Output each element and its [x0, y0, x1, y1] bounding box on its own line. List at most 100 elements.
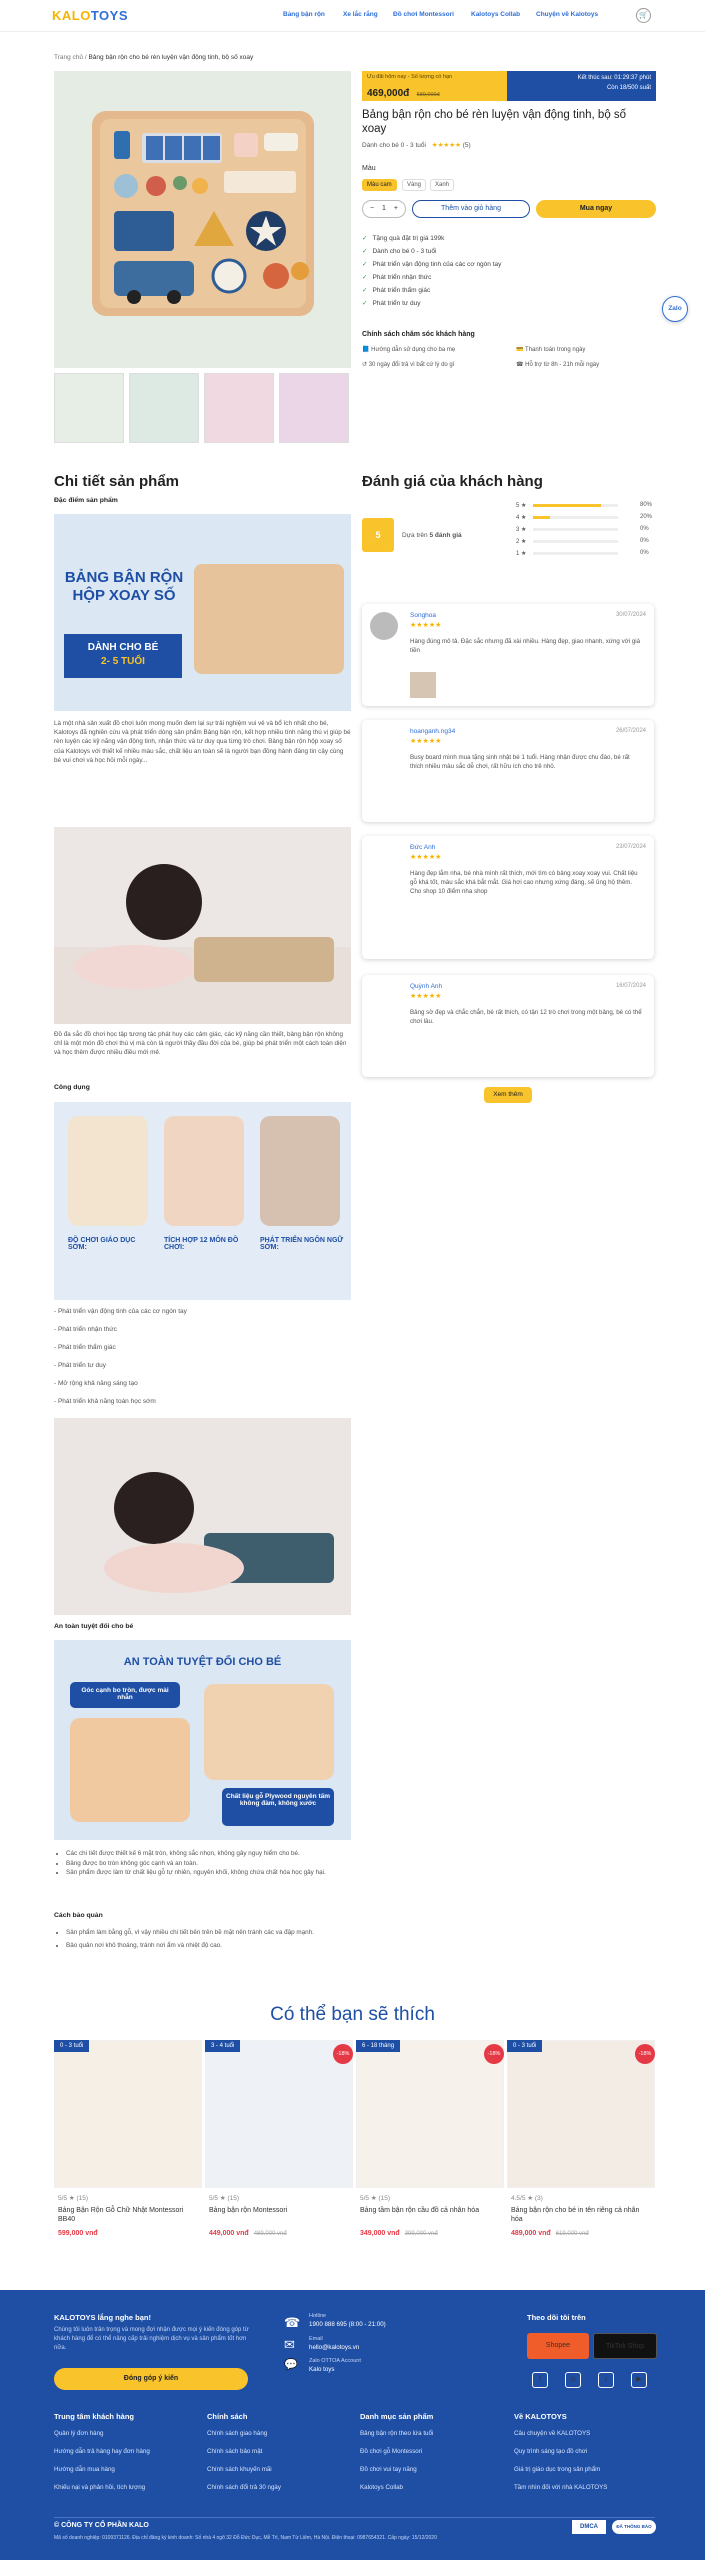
product-card-name[interactable]: Bảng bận rộn cho bé in tên riêng cá nhân… [511, 2206, 651, 2224]
registered-badge[interactable]: ĐÃ THÔNG BÁO [612, 2520, 656, 2534]
rating-row-percent: 0% [640, 526, 649, 532]
mail-icon: ✉ [284, 2337, 295, 2352]
email-link[interactable]: hello@kalotoys.vn [309, 2344, 359, 2351]
nav-collab[interactable]: Kalotoys Collab [471, 11, 520, 18]
product-card-name[interactable]: Bảng tầm bận rộn cầu đồ cả nhân hóa [360, 2206, 500, 2215]
see-more-reviews-button[interactable]: Xem thêm [484, 1087, 532, 1103]
feature-item: ✓ Tặng quà đặt trị giá 199k [362, 235, 445, 242]
product-card-name[interactable]: Bảng Bận Rộn Gỗ Chữ Nhật Montessori BB40 [58, 2206, 198, 2224]
zalo-chat-button[interactable]: Zalo [662, 296, 688, 322]
product-card[interactable]: 3 - 4 tuổi -18% 5/5 ★ (15) Bảng bận rộn Mon… [205, 2040, 353, 2250]
product-card-price: 349,000 vnđ 399,000 vnđ [360, 2230, 438, 2237]
hotline[interactable]: 1900 888 695 (8:00 - 21:00) [309, 2321, 386, 2328]
product-main-image[interactable] [54, 71, 351, 368]
reviewer-name: Đức Anh [410, 844, 436, 851]
footer-link[interactable]: Khiếu nại và phản hồi, tích lượng [54, 2484, 145, 2491]
gallery-thumb-3[interactable] [204, 373, 274, 443]
product-card-price: 449,000 vnđ 489,000 vnđ [209, 2230, 287, 2237]
breadcrumb-home[interactable]: Trang chủ [54, 54, 83, 61]
care-item: Bảo quản nơi khô thoáng, tránh nơi ẩm và… [66, 1941, 351, 1951]
color-label: Màu [362, 165, 376, 172]
rating-bar [533, 516, 618, 519]
rating-count[interactable]: (5) [463, 142, 471, 149]
tiktok-shop-button[interactable]: TikTok Shop [593, 2333, 657, 2359]
rating-bar [533, 504, 618, 507]
qty-value[interactable]: 1 [382, 205, 386, 212]
product-card[interactable]: 0 - 3 tuổi -18% 4.5/5 ★ (3) Bảng bận rộn ch… [507, 2040, 655, 2250]
feature-item: ✓ Phát triển vận động tinh của các cơ ngó… [362, 261, 502, 268]
age-badge: 0 - 3 tuổi [54, 2040, 90, 2052]
discount-badge: -18% [333, 2044, 353, 2064]
review-photo[interactable] [410, 672, 436, 698]
nav-montessori[interactable]: Đồ chơi Montessori [393, 11, 454, 18]
review-text: Hàng đẹp lắm nha, bé nhà mình rất thích,… [410, 870, 638, 895]
footer-column-title: Chính sách [207, 2412, 248, 2421]
nav-about[interactable]: Chuyện về Kalotoys [536, 11, 598, 18]
product-card-image[interactable] [507, 2040, 655, 2188]
footer-link[interactable]: Hướng dẫn mua hàng [54, 2466, 115, 2473]
product-card-price: 489,000 vnđ 619,000 vnđ [511, 2230, 589, 2237]
qty-plus-button[interactable]: + [394, 205, 398, 212]
headset-icon: ☎ [516, 362, 526, 368]
discount-badge: -18% [484, 2044, 504, 2064]
tiktok-icon[interactable]: ♪ [598, 2372, 614, 2388]
footer-link[interactable]: Câu chuyện về KALOTOYS [514, 2430, 590, 2437]
instagram-icon[interactable]: ◎ [565, 2372, 581, 2388]
product-card-old-price: 619,000 vnđ [555, 2231, 589, 2237]
dmca-badge[interactable]: DMCA [572, 2520, 606, 2534]
quantity-stepper[interactable]: − 1 + [362, 200, 406, 218]
color-option-blue[interactable]: Xanh [430, 179, 455, 191]
footer-link[interactable]: Hướng dẫn trả hàng hay đơn hàng [54, 2448, 150, 2455]
add-to-cart-button[interactable]: Thêm vào giỏ hàng [412, 200, 530, 218]
product-card[interactable]: 0 - 3 tuổi 5/5 ★ (15) Bảng Bận Rộn Gỗ Chữ … [54, 2040, 202, 2250]
check-icon: ✓ [362, 261, 368, 268]
footer-link[interactable]: Kalotoys Collab [360, 2484, 403, 2491]
care-item: Sản phẩm làm bằng gỗ, vì vậy nhiều chi t… [66, 1928, 351, 1938]
footer-link[interactable]: Quy trình sáng tạo đồ chơi [514, 2448, 587, 2455]
gallery-thumb-1[interactable] [54, 373, 124, 443]
shopee-button[interactable]: Shopee [527, 2333, 589, 2359]
qty-minus-button[interactable]: − [370, 205, 374, 212]
gallery-thumb-2[interactable] [129, 373, 199, 443]
buy-now-button[interactable]: Mua ngay [536, 200, 656, 218]
uses-heading: Công dụng [54, 1084, 90, 1091]
cart-icon[interactable]: 🛒 [636, 8, 651, 23]
product-card-image[interactable] [356, 2040, 504, 2188]
use-item: - Mở rộng khả năng sáng tạo [54, 1380, 138, 1387]
phone-icon: ☎ [284, 2315, 301, 2330]
footer-link[interactable]: Chính sách đổi trả 30 ngày [207, 2484, 281, 2491]
youtube-icon[interactable]: ▶ [631, 2372, 647, 2388]
footer-link[interactable]: Chính sách khuyến mãi [207, 2466, 272, 2473]
check-icon: ✓ [362, 248, 368, 255]
footer-link[interactable]: Đồ chơi vui tay năng [360, 2466, 417, 2473]
color-option-yellow[interactable]: Vàng [402, 179, 427, 191]
feedback-button[interactable]: Đóng góp ý kiến [54, 2368, 248, 2390]
nav-busy-board[interactable]: Bảng bận rộn [283, 11, 325, 18]
review-card: hoanganh.ng34 26/07/2024 ★★★★★ Busy boar… [362, 720, 654, 822]
gallery-thumb-4[interactable] [279, 373, 349, 443]
footer-link[interactable]: Giá trị giáo dục trong sản phẩm [514, 2466, 600, 2473]
company-name: © CÔNG TY CỔ PHẦN KALO [54, 2522, 149, 2529]
zalo-link[interactable]: Kalo toys [309, 2366, 334, 2373]
safety-list: Các chi tiết được thiết kế 6 mặt tròn, k… [54, 1849, 351, 1878]
product-banner-2: ĐỒ CHƠI GIÁO DỤC SỚM: TÍCH HỢP 12 MÔN ĐỒ… [54, 1102, 351, 1300]
use-item: - Phát triển tư duy [54, 1362, 107, 1369]
check-icon: ✓ [362, 287, 368, 294]
site-logo[interactable]: KALOTOYS [52, 8, 128, 23]
footer-link[interactable]: Chính sách giao hàng [207, 2430, 267, 2437]
product-card-name[interactable]: Bảng bận rộn Montessori [209, 2206, 349, 2215]
policy-title: Chính sách chăm sóc khách hàng [362, 331, 475, 338]
footer-link[interactable]: Quản lý đơn hàng [54, 2430, 103, 2437]
footer-link[interactable]: Tầm nhìn đối với nhà KALOTOYS [514, 2484, 607, 2491]
facebook-icon[interactable]: f [532, 2372, 548, 2388]
product-card-image[interactable] [54, 2040, 202, 2188]
nav-rattle[interactable]: Xe lắc rắng [343, 11, 378, 18]
avatar [370, 844, 398, 872]
color-option-orange[interactable]: Màu cam [362, 179, 397, 191]
product-card[interactable]: 6 - 18 tháng -18% 5/5 ★ (15) Bảng tầm bận r… [356, 2040, 504, 2250]
old-price: 589,000đ [416, 92, 440, 98]
product-card-image[interactable] [205, 2040, 353, 2188]
footer-link[interactable]: Chính sách bảo mật [207, 2448, 262, 2455]
footer-link[interactable]: Bảng bận rộn theo lứa tuổi [360, 2430, 433, 2437]
footer-link[interactable]: Đồ chơi gỗ Montessori [360, 2448, 422, 2455]
